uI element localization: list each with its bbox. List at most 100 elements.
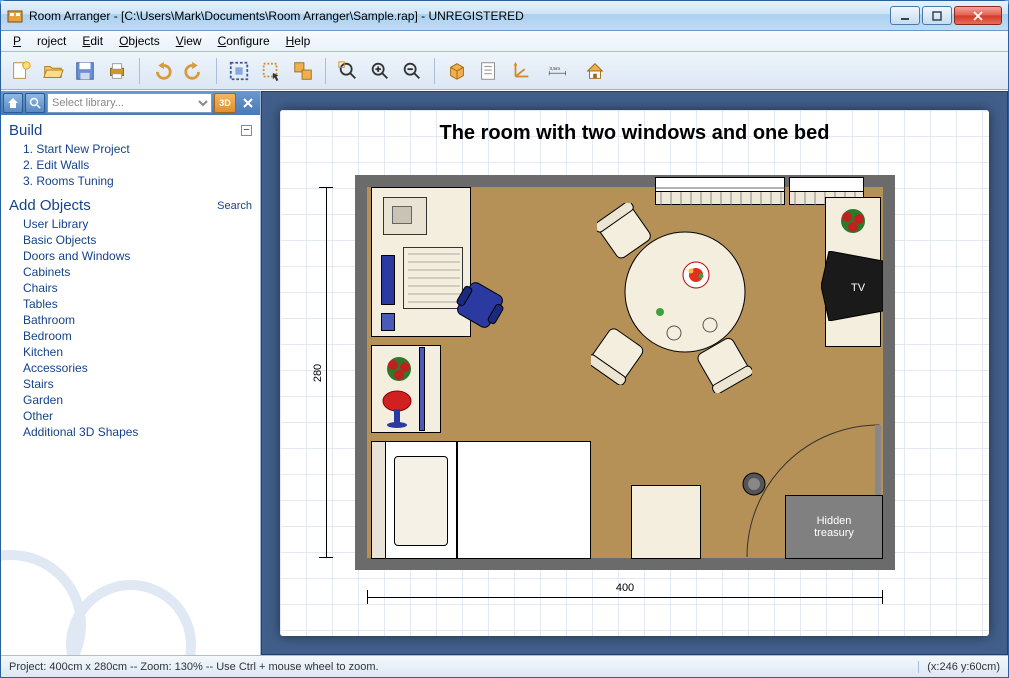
toolbar-separator bbox=[139, 58, 140, 84]
round-object[interactable] bbox=[741, 471, 767, 497]
toolbar: 3,5m bbox=[1, 52, 1008, 90]
dimension-horizontal: 400 bbox=[367, 586, 883, 610]
build-item-start[interactable]: 1. Start New Project bbox=[9, 141, 252, 157]
shelf-strip[interactable] bbox=[419, 347, 425, 431]
minimize-icon bbox=[900, 11, 910, 21]
zoom-in-button[interactable] bbox=[366, 57, 394, 85]
tower-object[interactable] bbox=[381, 255, 395, 305]
hidden-label-1: Hidden bbox=[817, 515, 852, 527]
3d-toggle-button[interactable]: 3D bbox=[214, 93, 236, 113]
print-button[interactable] bbox=[103, 57, 131, 85]
room-title: The room with two windows and one bed bbox=[280, 122, 989, 145]
search-icon bbox=[29, 97, 41, 109]
cat-user-library[interactable]: User Library bbox=[9, 216, 252, 232]
zoom-fit-button[interactable] bbox=[334, 57, 362, 85]
home-button[interactable] bbox=[3, 93, 23, 113]
lamp-object[interactable] bbox=[379, 389, 415, 429]
group-button[interactable] bbox=[289, 57, 317, 85]
maximize-icon bbox=[932, 11, 942, 21]
menu-objects[interactable]: Objects bbox=[111, 32, 168, 50]
new-button[interactable] bbox=[7, 57, 35, 85]
zoom-in-icon bbox=[369, 60, 391, 82]
plant-left-object[interactable] bbox=[383, 353, 415, 385]
select-button[interactable] bbox=[257, 57, 285, 85]
collapse-button[interactable]: − bbox=[241, 125, 252, 136]
toolbar-separator bbox=[216, 58, 217, 84]
table-chair-1[interactable] bbox=[597, 203, 652, 263]
cat-chairs[interactable]: Chairs bbox=[9, 280, 252, 296]
app-icon bbox=[7, 8, 23, 24]
maximize-button[interactable] bbox=[922, 6, 952, 25]
window-buttons bbox=[888, 6, 1002, 25]
axis-button[interactable] bbox=[507, 57, 535, 85]
toolbar-separator bbox=[434, 58, 435, 84]
walls-button[interactable] bbox=[225, 57, 253, 85]
cat-3d-shapes[interactable]: Additional 3D Shapes bbox=[9, 424, 252, 440]
radiator-left-object[interactable] bbox=[655, 191, 785, 205]
new-icon bbox=[10, 60, 32, 82]
cat-tables[interactable]: Tables bbox=[9, 296, 252, 312]
cat-kitchen[interactable]: Kitchen bbox=[9, 344, 252, 360]
cat-garden[interactable]: Garden bbox=[9, 392, 252, 408]
print-icon bbox=[106, 60, 128, 82]
library-select[interactable]: Select library... bbox=[47, 93, 212, 113]
menu-configure[interactable]: Configure bbox=[210, 32, 278, 50]
build-item-tuning[interactable]: 3. Rooms Tuning bbox=[9, 173, 252, 189]
side-panel-body: Build − 1. Start New Project 2. Edit Wal… bbox=[1, 115, 260, 655]
small-object[interactable] bbox=[381, 313, 395, 331]
measure-icon: 3,5m bbox=[547, 60, 569, 82]
cat-bathroom[interactable]: Bathroom bbox=[9, 312, 252, 328]
redo-button[interactable] bbox=[180, 57, 208, 85]
walls-icon bbox=[228, 60, 250, 82]
table-chair-2[interactable] bbox=[591, 325, 646, 385]
toolbar-separator bbox=[325, 58, 326, 84]
decorative-circles bbox=[1, 505, 201, 655]
save-button[interactable] bbox=[71, 57, 99, 85]
cat-bedroom[interactable]: Bedroom bbox=[9, 328, 252, 344]
close-icon bbox=[242, 97, 254, 109]
house-icon bbox=[584, 60, 606, 82]
list-button[interactable] bbox=[475, 57, 503, 85]
cat-cabinets[interactable]: Cabinets bbox=[9, 264, 252, 280]
hidden-label-2: treasury bbox=[814, 527, 854, 539]
drawing-paper[interactable]: The room with two windows and one bed 28… bbox=[280, 110, 989, 636]
open-button[interactable] bbox=[39, 57, 67, 85]
build-item-walls[interactable]: 2. Edit Walls bbox=[9, 157, 252, 173]
svg-text:3,5m: 3,5m bbox=[549, 65, 560, 71]
table-chair-3[interactable] bbox=[697, 333, 752, 393]
cat-stairs[interactable]: Stairs bbox=[9, 376, 252, 392]
cat-other[interactable]: Other bbox=[9, 408, 252, 424]
menu-view[interactable]: View bbox=[168, 32, 210, 50]
measure-button[interactable]: 3,5m bbox=[539, 57, 577, 85]
chair-object[interactable] bbox=[450, 275, 510, 335]
menu-help[interactable]: Help bbox=[278, 32, 319, 50]
cat-basic-objects[interactable]: Basic Objects bbox=[9, 232, 252, 248]
hidden-treasury-object[interactable]: Hidden treasury bbox=[785, 495, 883, 559]
menu-edit[interactable]: Edit bbox=[74, 32, 111, 50]
open-folder-icon bbox=[42, 60, 64, 82]
undo-button[interactable] bbox=[148, 57, 176, 85]
search-link[interactable]: Search bbox=[217, 200, 252, 212]
save-icon bbox=[74, 60, 96, 82]
canvas-area[interactable]: The room with two windows and one bed 28… bbox=[261, 91, 1008, 655]
monitor-object[interactable] bbox=[383, 197, 427, 235]
build-header-label: Build bbox=[9, 122, 42, 139]
cat-doors-windows[interactable]: Doors and Windows bbox=[9, 248, 252, 264]
view3d-button[interactable] bbox=[443, 57, 471, 85]
menu-project[interactable]: Project bbox=[5, 32, 74, 50]
bed-object[interactable] bbox=[371, 441, 591, 559]
cat-accessories[interactable]: Accessories bbox=[9, 360, 252, 376]
side-panel-top: Select library... 3D bbox=[1, 91, 260, 115]
close-button[interactable] bbox=[954, 6, 1002, 25]
plant-right-object[interactable] bbox=[837, 205, 869, 237]
axis-icon bbox=[510, 60, 532, 82]
zoom-out-button[interactable] bbox=[398, 57, 426, 85]
minimize-button[interactable] bbox=[890, 6, 920, 25]
stool-object[interactable] bbox=[631, 485, 701, 559]
search-lib-button[interactable] bbox=[25, 93, 45, 113]
tv-object[interactable]: TV bbox=[821, 251, 883, 321]
dimension-vertical: 280 bbox=[315, 187, 339, 558]
dimension-v-label: 280 bbox=[312, 363, 324, 381]
panel-close-button[interactable] bbox=[238, 93, 258, 113]
house-button[interactable] bbox=[581, 57, 609, 85]
